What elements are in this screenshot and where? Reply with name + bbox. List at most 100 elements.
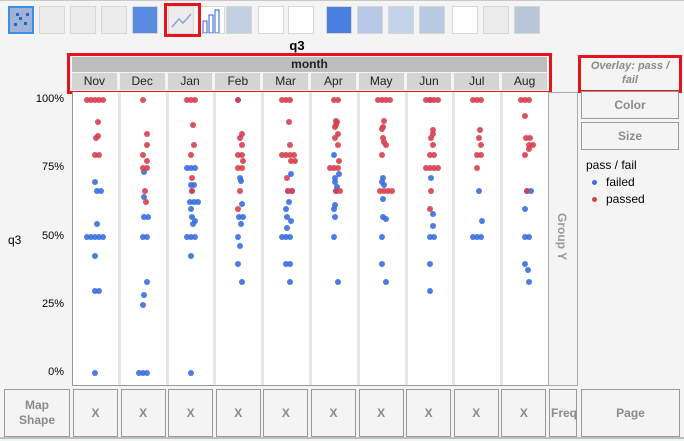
point-passed[interactable] [430,142,437,149]
point-passed[interactable] [142,199,149,206]
point-failed[interactable] [239,278,246,285]
point-passed[interactable] [191,97,198,103]
point-failed[interactable] [284,225,291,232]
point-failed[interactable] [430,233,437,240]
point-passed[interactable] [237,187,244,194]
point-passed[interactable] [239,165,246,172]
point-failed[interactable] [235,260,242,267]
point-passed[interactable] [336,187,343,194]
point-failed[interactable] [378,260,385,267]
x-drop-zone[interactable]: X [453,389,499,437]
point-failed[interactable] [186,199,193,206]
point-passed[interactable] [422,97,429,103]
point-failed[interactable] [237,242,244,249]
point-failed[interactable] [381,181,388,188]
point-failed[interactable] [235,233,242,240]
point-failed[interactable] [330,151,337,158]
group-y-drop-zone[interactable]: Group Y [548,92,578,386]
point-failed[interactable] [143,233,150,240]
point-failed[interactable] [279,233,286,240]
point-failed[interactable] [143,278,150,285]
point-failed[interactable] [187,252,194,259]
contour-icon[interactable] [132,6,158,34]
point-passed[interactable] [434,97,441,103]
point-failed[interactable] [97,187,104,194]
size-button[interactable]: Size [581,122,679,150]
point-failed[interactable] [525,267,532,274]
point-passed[interactable] [474,165,481,172]
point-passed[interactable] [239,142,246,149]
point-passed[interactable] [239,151,246,158]
point-passed[interactable] [478,97,485,103]
area-icon[interactable] [226,6,252,34]
point-passed[interactable] [289,187,296,194]
point-passed[interactable] [428,187,435,194]
bar-icon[interactable] [199,6,225,34]
point-passed[interactable] [94,119,101,126]
x-drop-zone[interactable]: X [501,389,547,437]
x-drop-zone[interactable]: X [168,389,214,437]
point-failed[interactable] [522,206,529,213]
point-passed[interactable] [236,135,243,142]
point-passed[interactable] [187,151,194,158]
point-failed[interactable] [189,220,196,227]
point-failed[interactable] [286,199,293,206]
point-passed[interactable] [334,97,341,103]
point-failed[interactable] [380,195,387,202]
point-passed[interactable] [374,97,381,103]
pie-icon[interactable] [357,6,383,34]
point-failed[interactable] [238,177,245,184]
point-failed[interactable] [92,370,98,376]
point-passed[interactable] [291,157,298,164]
point-passed[interactable] [188,174,195,181]
point-passed[interactable] [427,135,434,142]
point-passed[interactable] [378,151,385,158]
point-passed[interactable] [189,187,196,194]
x-drop-zone[interactable]: X [120,389,166,437]
point-passed[interactable] [376,187,383,194]
point-passed[interactable] [144,157,151,164]
point-failed[interactable] [478,233,485,240]
point-failed[interactable] [187,370,194,376]
x-drop-zone[interactable]: X [73,389,118,437]
point-passed[interactable] [335,157,342,164]
point-failed[interactable] [92,178,98,185]
point-passed[interactable] [475,135,482,142]
point-passed[interactable] [477,127,484,134]
points-icon[interactable] [8,6,34,34]
point-passed[interactable] [84,97,90,103]
point-failed[interactable] [286,278,293,285]
point-passed[interactable] [526,146,533,153]
point-failed[interactable] [84,233,90,240]
point-failed[interactable] [522,260,529,267]
point-passed[interactable] [388,187,395,194]
x-drop-zone[interactable]: X [263,389,309,437]
point-failed[interactable] [332,213,339,220]
caption-box-icon[interactable] [452,6,478,34]
point-passed[interactable] [478,151,485,158]
point-passed[interactable] [522,151,529,158]
point-failed[interactable] [427,174,434,181]
legend-item-passed[interactable]: passed [586,191,645,208]
mosaic-icon[interactable] [419,6,445,34]
point-passed[interactable] [143,165,150,172]
point-failed[interactable] [330,206,337,213]
point-failed[interactable] [334,278,341,285]
point-passed[interactable] [239,157,246,164]
point-failed[interactable] [194,199,201,206]
point-passed[interactable] [93,135,100,142]
point-passed[interactable] [191,142,198,149]
point-failed[interactable] [100,233,106,240]
formula-icon[interactable] [483,6,509,34]
page-drop-zone[interactable]: Page [581,389,680,437]
point-passed[interactable] [334,142,341,149]
point-passed[interactable] [382,142,389,149]
freq-drop-zone[interactable]: Freq [549,389,577,437]
point-failed[interactable] [426,260,433,267]
histogram-icon[interactable] [288,6,314,34]
point-failed[interactable] [239,200,246,207]
point-passed[interactable] [235,97,242,103]
point-failed[interactable] [470,233,477,240]
point-failed[interactable] [191,165,198,172]
point-failed[interactable] [427,287,434,294]
